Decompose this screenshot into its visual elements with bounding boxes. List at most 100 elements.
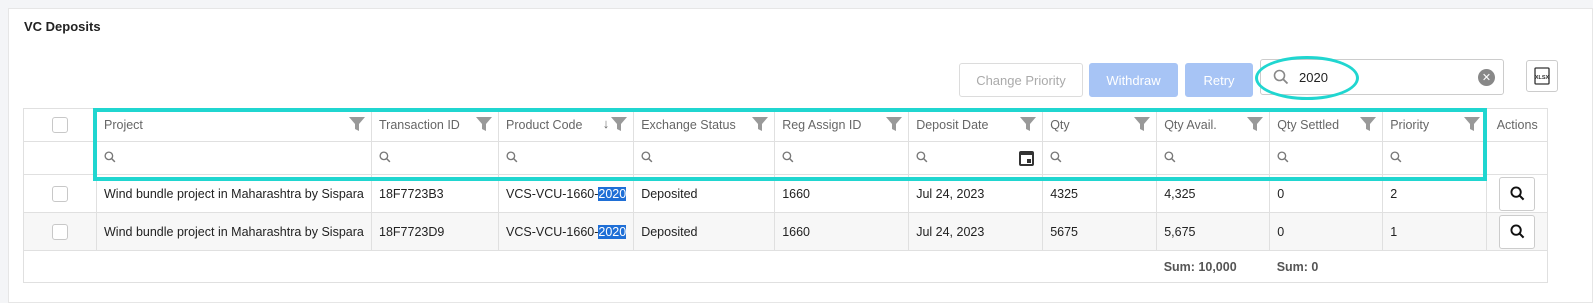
search-match-highlight: 2020 — [598, 224, 627, 239]
filter-icon[interactable] — [886, 117, 903, 131]
filter-qty-settled-input[interactable] — [1269, 141, 1384, 175]
export-xlsx-button[interactable]: XLSX — [1526, 60, 1558, 92]
cell-project: Wind bundle project in Maharashtra by Si… — [96, 174, 372, 213]
cell-exchange-status: Deposited — [633, 174, 776, 213]
cell-qty-avail: 5,675 — [1156, 212, 1271, 251]
filter-icon[interactable] — [1464, 117, 1481, 131]
header-label: Qty — [1050, 118, 1070, 132]
header-transaction-id[interactable]: Transaction ID — [371, 108, 499, 142]
header-label: Reg Assign ID — [782, 118, 862, 132]
filter-cell-empty — [1486, 141, 1549, 175]
filter-reg-assign-id-input[interactable] — [774, 141, 910, 175]
header-label: Qty Settled — [1277, 118, 1340, 132]
deposits-table: Project Transaction ID Product Code ↓ Exc… — [22, 108, 1549, 283]
search-icon — [782, 150, 794, 162]
calendar-icon[interactable] — [1019, 151, 1035, 166]
product-code-prefix: VCS-VCU-1660- — [506, 224, 599, 239]
cell-priority: 2 — [1382, 174, 1488, 213]
filter-product-code-input[interactable] — [497, 141, 635, 175]
filter-icon[interactable] — [1134, 117, 1151, 131]
filter-icon[interactable] — [752, 117, 769, 131]
view-details-button[interactable] — [1499, 176, 1536, 211]
header-qty-settled[interactable]: Qty Settled — [1269, 108, 1384, 142]
cell-qty: 5675 — [1042, 212, 1158, 251]
search-icon — [104, 150, 116, 162]
cell-project: Wind bundle project in Maharashtra by Si… — [96, 212, 372, 251]
xlsx-icon: XLSX — [1534, 67, 1550, 85]
filter-qty-avail-input[interactable] — [1156, 141, 1271, 175]
search-input[interactable]: 2020 ✕ — [1260, 59, 1504, 95]
search-icon — [1510, 224, 1525, 239]
row-checkbox[interactable] — [52, 223, 68, 240]
view-details-button[interactable] — [1499, 214, 1536, 249]
row-select[interactable] — [23, 212, 97, 251]
search-icon — [1277, 150, 1289, 162]
cell-exchange-status: Deposited — [633, 212, 776, 251]
cell-transaction-id: 18F7723D9 — [371, 212, 499, 251]
select-all-checkbox[interactable] — [52, 117, 68, 133]
header-reg-assign-id[interactable]: Reg Assign ID — [774, 108, 910, 142]
retry-button[interactable]: Retry — [1185, 63, 1253, 97]
cell-qty: 4325 — [1042, 174, 1158, 213]
header-exchange-status[interactable]: Exchange Status — [633, 108, 776, 142]
filter-exchange-status-input[interactable] — [633, 141, 776, 175]
change-priority-button[interactable]: Change Priority — [959, 63, 1083, 97]
header-label: Project — [104, 118, 143, 132]
header-qty[interactable]: Qty — [1042, 108, 1158, 142]
header-label: Exchange Status — [641, 118, 736, 132]
clear-search-icon[interactable]: ✕ — [1478, 69, 1495, 86]
cell-reg-assign-id: 1660 — [774, 174, 910, 213]
header-label: Deposit Date — [916, 118, 989, 132]
header-deposit-date[interactable]: Deposit Date — [908, 108, 1044, 142]
filter-deposit-date-input[interactable] — [908, 141, 1044, 175]
svg-text:XLSX: XLSX — [1535, 75, 1550, 81]
withdraw-button[interactable]: Withdraw — [1089, 63, 1178, 97]
cell-qty-avail: 4,325 — [1156, 174, 1271, 213]
summary-spacer — [1382, 250, 1549, 283]
filter-priority-input[interactable] — [1382, 141, 1488, 175]
table-header-row: Project Transaction ID Product Code ↓ Exc… — [23, 108, 1549, 142]
search-icon — [1273, 69, 1289, 85]
sort-desc-icon[interactable]: ↓ — [603, 116, 610, 131]
table-row[interactable]: Wind bundle project in Maharashtra by Si… — [23, 174, 1549, 213]
cell-transaction-id: 18F7723B3 — [371, 174, 499, 213]
filter-qty-input[interactable] — [1042, 141, 1158, 175]
row-select[interactable] — [23, 174, 97, 213]
filter-icon[interactable] — [1020, 117, 1037, 131]
filter-icon[interactable] — [476, 117, 492, 131]
header-select-all[interactable] — [23, 108, 97, 142]
filter-icon[interactable] — [1360, 117, 1377, 131]
cell-actions — [1486, 174, 1549, 213]
filter-transaction-id-input[interactable] — [371, 141, 499, 175]
summary-row: Sum: 10,000 Sum: 0 — [22, 250, 1549, 283]
cell-deposit-date: Jul 24, 2023 — [908, 174, 1044, 213]
summary-spacer — [22, 250, 1157, 283]
header-qty-avail[interactable]: Qty Avail. — [1156, 108, 1271, 142]
cell-qty-settled: 0 — [1269, 212, 1384, 251]
search-match-highlight: 2020 — [598, 186, 627, 201]
header-product-code[interactable]: Product Code ↓ — [497, 108, 635, 142]
cell-qty-settled: 0 — [1269, 174, 1384, 213]
filter-icon[interactable] — [1247, 117, 1264, 131]
header-label: Qty Avail. — [1164, 118, 1217, 132]
sum-qty-settled: Sum: 0 — [1269, 250, 1383, 283]
cell-priority: 1 — [1382, 212, 1488, 251]
search-icon — [379, 150, 391, 162]
search-value: 2020 — [1299, 70, 1328, 85]
table-row[interactable]: Wind bundle project in Maharashtra by Si… — [23, 212, 1549, 251]
header-label: Transaction ID — [379, 118, 460, 132]
search-icon — [1390, 150, 1402, 162]
search-icon — [1050, 150, 1062, 162]
toolbar: Change Priority Withdraw Retry 2020 ✕ — [0, 59, 1593, 99]
filter-project-input[interactable] — [96, 141, 372, 175]
filter-cell-empty — [23, 141, 97, 175]
filter-icon[interactable] — [611, 117, 628, 131]
header-actions: Actions — [1486, 108, 1549, 142]
header-project[interactable]: Project — [96, 108, 372, 142]
header-label: Product Code — [506, 118, 583, 132]
search-icon — [506, 150, 518, 162]
row-checkbox[interactable] — [52, 185, 68, 202]
filter-icon[interactable] — [349, 117, 365, 131]
header-priority[interactable]: Priority — [1382, 108, 1488, 142]
search-icon — [916, 150, 928, 162]
